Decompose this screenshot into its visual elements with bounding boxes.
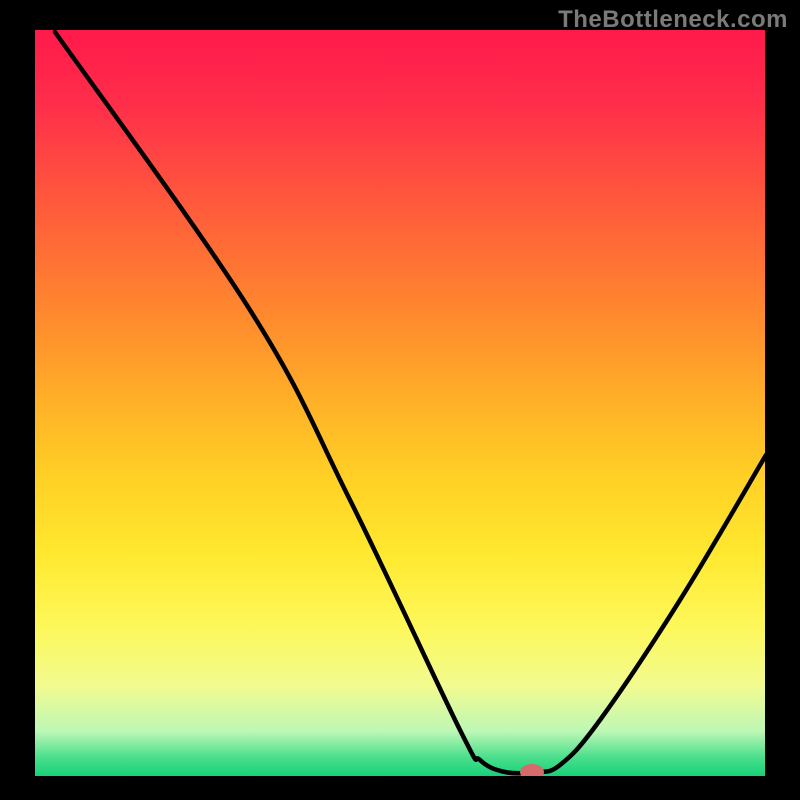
minimum-marker <box>520 764 544 780</box>
watermark-text: TheBottleneck.com <box>558 6 788 34</box>
plot-background <box>35 30 765 776</box>
bottleneck-chart <box>0 0 800 800</box>
chart-frame: TheBottleneck.com <box>0 0 800 800</box>
